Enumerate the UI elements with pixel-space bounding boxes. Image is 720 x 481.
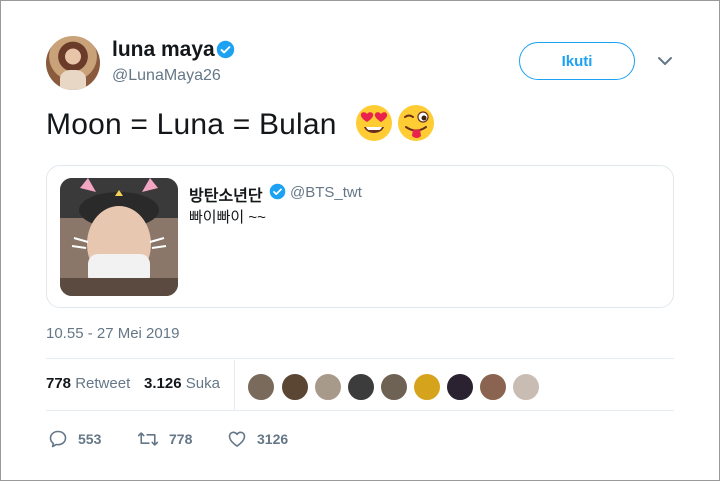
divider — [46, 410, 674, 411]
tweet-timestamp[interactable]: 10.55 - 27 Mei 2019 — [46, 325, 179, 342]
tweet-text: Moon = Luna = Bulan — [46, 108, 337, 141]
liker-avatar[interactable] — [246, 372, 276, 402]
reply-count: 553 — [78, 431, 102, 447]
reply-icon — [49, 430, 67, 448]
like-stat[interactable]: 3.126 Suka — [144, 375, 220, 392]
verified-badge-icon — [216, 40, 235, 59]
liker-avatar[interactable] — [478, 372, 508, 402]
liker-avatar[interactable] — [412, 372, 442, 402]
follow-button[interactable]: Ikuti — [519, 42, 635, 80]
like-stat-count: 3.126 — [144, 375, 182, 392]
liker-avatar[interactable] — [379, 372, 409, 402]
author-handle[interactable]: @LunaMaya26 — [112, 67, 221, 85]
retweet-stat[interactable]: 778 Retweet — [46, 375, 130, 392]
retweet-icon — [137, 432, 159, 446]
liker-avatar[interactable] — [280, 372, 310, 402]
reply-button[interactable]: 553 — [48, 428, 101, 450]
retweet-button[interactable]: 778 — [137, 428, 192, 450]
liker-avatar[interactable] — [445, 372, 475, 402]
retweet-count: 778 — [169, 431, 193, 447]
retweet-stat-label: Retweet — [75, 375, 131, 392]
quoted-tweet-image[interactable] — [60, 178, 178, 296]
heart-eyes-emoji-icon — [356, 105, 392, 141]
like-count: 3126 — [257, 431, 289, 447]
heart-icon — [228, 431, 246, 447]
quoted-author-name: 방탄소년단 — [189, 188, 263, 205]
quoted-tweet-text: 빠이빠이 ~~ — [189, 209, 266, 226]
liker-avatar[interactable] — [313, 372, 343, 402]
divider — [46, 358, 674, 359]
quoted-author-handle: @BTS_twt — [290, 184, 362, 201]
author-avatar[interactable] — [46, 36, 100, 90]
winking-tongue-emoji-icon — [398, 105, 434, 141]
author-name[interactable]: luna maya — [112, 38, 215, 62]
retweet-stat-count: 778 — [46, 375, 72, 392]
stats-separator — [234, 360, 235, 410]
liker-avatar[interactable] — [511, 372, 541, 402]
like-stat-label: Suka — [185, 375, 220, 392]
verified-badge-icon — [269, 183, 286, 200]
like-button[interactable]: 3126 — [227, 428, 288, 450]
liker-avatar[interactable] — [346, 372, 376, 402]
chevron-down-icon[interactable] — [657, 56, 673, 66]
